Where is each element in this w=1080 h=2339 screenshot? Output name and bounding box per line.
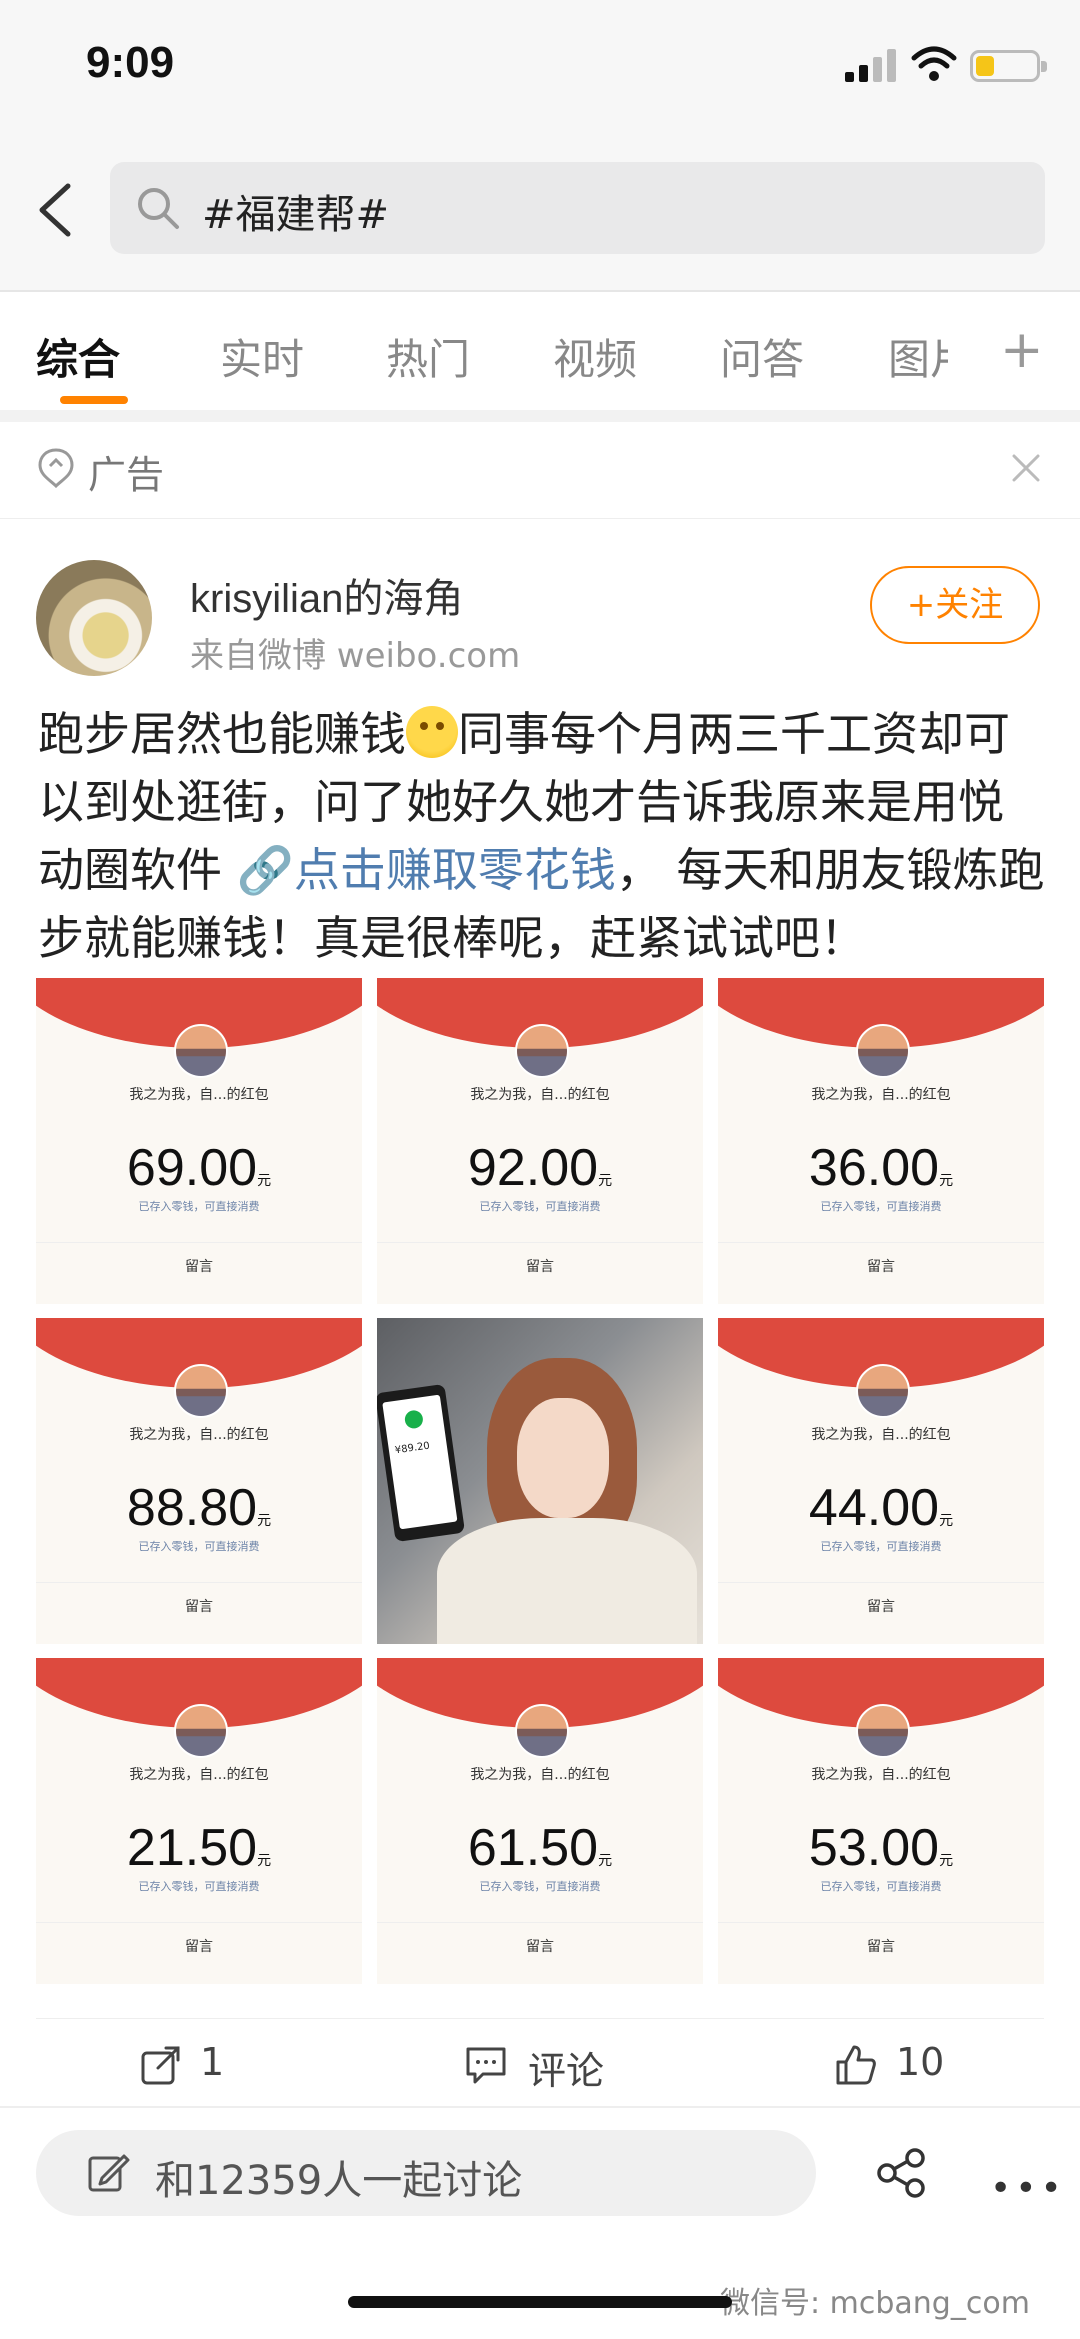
emoji-icon bbox=[406, 706, 458, 758]
redpacket-from: 我之为我，自...的红包 bbox=[129, 1087, 269, 1103]
like-count[interactable]: 10 bbox=[896, 2040, 944, 2084]
check-icon bbox=[403, 1409, 425, 1430]
redpacket-from: 我之为我，自...的红包 bbox=[129, 1767, 269, 1783]
redpacket-amount: 88.80元 bbox=[126, 1479, 272, 1537]
redpacket-message: 留言 bbox=[867, 1939, 895, 1955]
redpacket-amount: 61.50元 bbox=[467, 1819, 613, 1877]
sender-avatar bbox=[174, 1704, 228, 1758]
sender-avatar bbox=[515, 1024, 569, 1078]
sender-avatar bbox=[856, 1024, 910, 1078]
battery-icon bbox=[970, 50, 1047, 82]
search-icon bbox=[138, 188, 179, 229]
phone-icon: ¥89.20 bbox=[377, 1383, 466, 1543]
back-arrow-icon[interactable] bbox=[32, 180, 82, 240]
redpacket-hint: 已存入零钱，可直接消费 bbox=[479, 1200, 601, 1213]
tab-images[interactable]: 图片 bbox=[888, 326, 948, 387]
post-text: 跑步居然也能赚钱 同事每个月两三千工资却可以到处逛街，问了她好久她才告诉我原来是用… bbox=[38, 700, 1048, 972]
redpacket-amount: 36.00元 bbox=[808, 1139, 954, 1197]
redpacket-image[interactable]: 我之为我，自...的红包 44.00元 已存入零钱，可直接消费 留言 bbox=[718, 1318, 1044, 1644]
comment-icon[interactable] bbox=[465, 2044, 507, 2086]
redpacket-from: 我之为我，自...的红包 bbox=[811, 1767, 951, 1783]
tab-video[interactable]: 视频 bbox=[553, 326, 637, 387]
post-link[interactable]: 点击赚取零花钱 bbox=[294, 843, 616, 897]
repost-count[interactable]: 1 bbox=[200, 2040, 224, 2084]
divider bbox=[0, 2106, 1080, 2108]
redpacket-message: 留言 bbox=[526, 1939, 554, 1955]
post-source: 来自微博 weibo.com bbox=[190, 636, 521, 676]
username[interactable]: krisyilian的海角 bbox=[190, 566, 463, 624]
redpacket-message: 留言 bbox=[185, 1939, 213, 1955]
sender-avatar bbox=[515, 1704, 569, 1758]
phone-amount: ¥89.20 bbox=[394, 1440, 431, 1457]
tab-hot[interactable]: 热门 bbox=[386, 326, 470, 387]
home-indicator bbox=[348, 2296, 732, 2308]
redpacket-hint: 已存入零钱，可直接消费 bbox=[820, 1200, 942, 1213]
redpacket-amount: 53.00元 bbox=[808, 1819, 954, 1877]
signal-icon bbox=[845, 48, 897, 82]
edit-icon bbox=[88, 2154, 130, 2192]
redpacket-amount: 69.00元 bbox=[126, 1139, 272, 1197]
redpacket-message: 留言 bbox=[526, 1259, 554, 1275]
redpacket-image[interactable]: 我之为我，自...的红包 36.00元 已存入零钱，可直接消费 留言 bbox=[718, 978, 1044, 1304]
active-tab-indicator bbox=[60, 396, 128, 404]
redpacket-amount: 44.00元 bbox=[808, 1479, 954, 1537]
sender-avatar bbox=[856, 1704, 910, 1758]
redpacket-hint: 已存入零钱，可直接消费 bbox=[820, 1880, 942, 1893]
redpacket-message: 留言 bbox=[867, 1599, 895, 1615]
divider bbox=[0, 410, 1080, 422]
share-icon[interactable] bbox=[875, 2148, 927, 2198]
post-text-part-1: 跑步居然也能赚钱 bbox=[38, 707, 406, 761]
redpacket-from: 我之为我，自...的红包 bbox=[811, 1087, 951, 1103]
close-icon[interactable] bbox=[1008, 450, 1044, 486]
ad-label: 广告 bbox=[88, 453, 165, 497]
tab-realtime[interactable]: 实时 bbox=[220, 326, 304, 387]
photo-image[interactable]: ¥89.20 bbox=[377, 1318, 703, 1644]
redpacket-from: 我之为我，自...的红包 bbox=[129, 1427, 269, 1443]
redpacket-hint: 已存入零钱，可直接消费 bbox=[138, 1880, 260, 1893]
image-grid: 我之为我，自...的红包 69.00元 已存入零钱，可直接消费 留言 我之为我，… bbox=[36, 978, 1044, 1984]
redpacket-image[interactable]: 我之为我，自...的红包 69.00元 已存入零钱，可直接消费 留言 bbox=[36, 978, 362, 1304]
sender-avatar bbox=[174, 1364, 228, 1418]
redpacket-from: 我之为我，自...的红包 bbox=[470, 1767, 610, 1783]
tab-qa[interactable]: 问答 bbox=[720, 326, 804, 387]
redpacket-image[interactable]: 我之为我，自...的红包 88.80元 已存入零钱，可直接消费 留言 bbox=[36, 1318, 362, 1644]
status-time: 9:09 bbox=[86, 38, 175, 87]
sender-avatar bbox=[856, 1364, 910, 1418]
search-query[interactable]: #福建帮# bbox=[202, 182, 389, 240]
redpacket-image[interactable]: 我之为我，自...的红包 61.50元 已存入零钱，可直接消费 留言 bbox=[377, 1658, 703, 1984]
add-tab-icon[interactable]: + bbox=[1000, 320, 1044, 380]
ad-pin-icon bbox=[38, 448, 74, 488]
redpacket-hint: 已存入零钱，可直接消费 bbox=[820, 1540, 942, 1553]
redpacket-image[interactable]: 我之为我，自...的红包 92.00元 已存入零钱，可直接消费 留言 bbox=[377, 978, 703, 1304]
redpacket-image[interactable]: 我之为我，自...的红包 21.50元 已存入零钱，可直接消费 留言 bbox=[36, 1658, 362, 1984]
redpacket-message: 留言 bbox=[185, 1259, 213, 1275]
comment-button[interactable]: 评论 bbox=[528, 2040, 604, 2095]
watermark: 微信号: mcbang_com bbox=[720, 2286, 1030, 2321]
redpacket-from: 我之为我，自...的红包 bbox=[470, 1087, 610, 1103]
divider bbox=[36, 2018, 1044, 2019]
repost-icon[interactable] bbox=[140, 2044, 182, 2086]
avatar[interactable] bbox=[36, 560, 152, 676]
tab-综合[interactable]: 综合 bbox=[36, 326, 120, 387]
like-icon[interactable] bbox=[835, 2044, 877, 2086]
more-icon[interactable]: ••• bbox=[990, 2168, 1066, 2209]
redpacket-message: 留言 bbox=[867, 1259, 895, 1275]
redpacket-from: 我之为我，自...的红包 bbox=[811, 1427, 951, 1443]
follow-button[interactable]: +关注 bbox=[870, 566, 1040, 644]
redpacket-amount: 21.50元 bbox=[126, 1819, 272, 1877]
redpacket-hint: 已存入零钱，可直接消费 bbox=[138, 1200, 260, 1213]
redpacket-hint: 已存入零钱，可直接消费 bbox=[138, 1540, 260, 1553]
redpacket-amount: 92.00元 bbox=[467, 1139, 613, 1197]
link-icon[interactable]: 🔗 bbox=[237, 843, 294, 897]
comment-placeholder[interactable]: 和12359人一起讨论 bbox=[155, 2148, 522, 2206]
redpacket-hint: 已存入零钱，可直接消费 bbox=[479, 1880, 601, 1893]
wifi-icon bbox=[911, 46, 957, 81]
sender-avatar bbox=[174, 1024, 228, 1078]
redpacket-image[interactable]: 我之为我，自...的红包 53.00元 已存入零钱，可直接消费 留言 bbox=[718, 1658, 1044, 1984]
redpacket-message: 留言 bbox=[185, 1599, 213, 1615]
